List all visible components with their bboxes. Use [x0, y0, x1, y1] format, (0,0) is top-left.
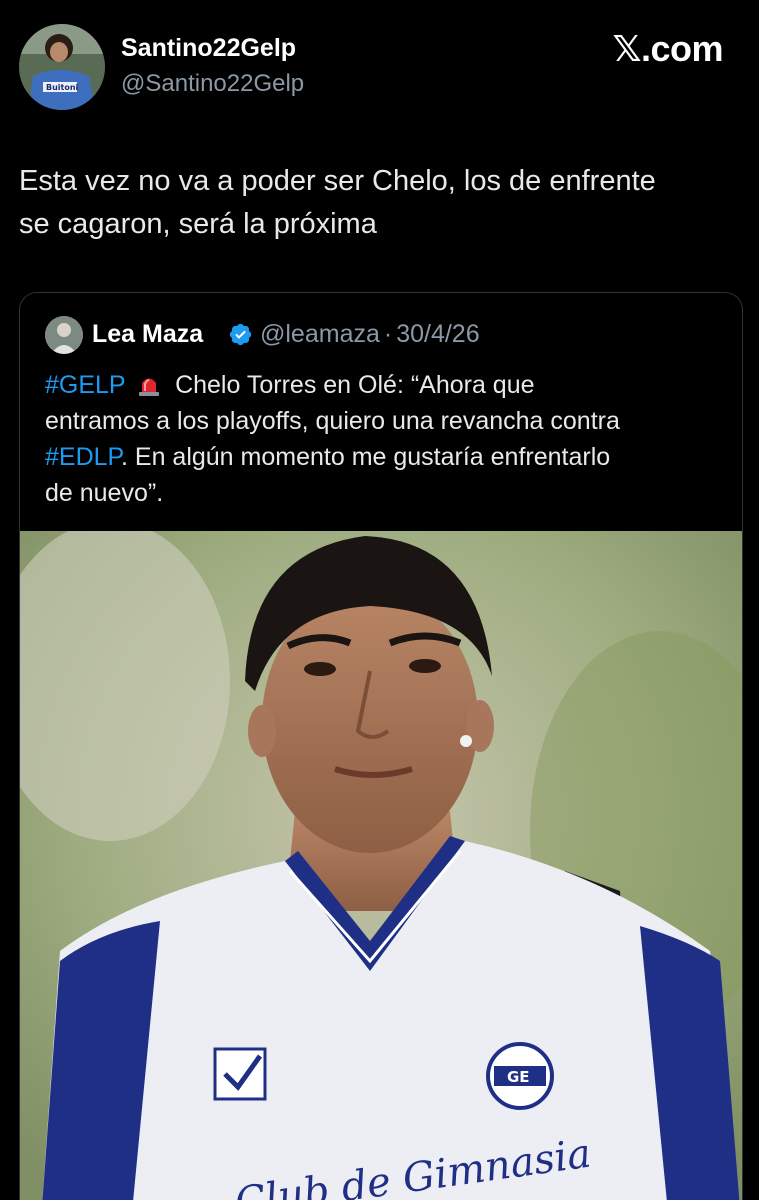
quoted-author-handle[interactable]: @leamaza: [260, 320, 380, 349]
quoted-author-avatar[interactable]: [45, 316, 83, 354]
quoted-text-line: entramos a los playoffs, quiero una reva…: [45, 407, 620, 435]
tweet-text: Esta vez no va a poder ser Chelo, los de…: [19, 160, 739, 246]
quoted-avatar-image: [45, 316, 83, 354]
quoted-text-segment: . En algún momento me gustaría enfrentar…: [121, 443, 611, 471]
author-handle[interactable]: @Santino22Gelp: [121, 70, 304, 98]
x-com-logo: 𝕏.com: [612, 28, 723, 70]
quoted-tweet-date[interactable]: 30/4/26: [396, 320, 479, 349]
siren-emoji-icon: [139, 378, 160, 396]
quoted-author-name[interactable]: Lea Maza: [92, 320, 203, 349]
svg-text:Buitoni: Buitoni: [46, 83, 79, 92]
verified-badge-icon: [229, 323, 252, 346]
attached-photo[interactable]: GE Club de Gimnasia: [20, 531, 742, 1200]
quoted-text-segment: Chelo Torres en Olé: “Ahora que: [175, 371, 535, 399]
quoted-tweet-text: #GELP Chelo Torres en Olé: “Ahora que en…: [45, 367, 725, 511]
crest-text: GE: [507, 1068, 530, 1086]
quoted-text-line: #GELP Chelo Torres en Olé: “Ahora que: [45, 367, 725, 403]
tweet-screenshot: Buitoni Santino22Gelp @Santino22Gelp 𝕏.c…: [0, 0, 759, 1200]
hashtag-gelp-link[interactable]: #GELP: [45, 371, 125, 399]
x-logo-icon: 𝕏: [612, 29, 641, 70]
tweet-text-line: Esta vez no va a poder ser Chelo, los de…: [19, 165, 656, 197]
avatar-image: Buitoni: [19, 24, 105, 110]
brand-suffix: .com: [640, 28, 724, 69]
quoted-tweet-card[interactable]: Lea Maza @leamaza · 30/4/26 #GELP Chelo …: [19, 292, 743, 1200]
tweet-text-line: se cagaron, será la próxima: [19, 208, 377, 240]
player-photo-illustration: GE Club de Gimnasia: [20, 531, 742, 1200]
hashtag-edlp-link[interactable]: #EDLP: [45, 443, 121, 471]
author-avatar[interactable]: Buitoni: [19, 24, 105, 110]
author-name[interactable]: Santino22Gelp: [121, 34, 296, 63]
meta-separator: ·: [383, 320, 393, 348]
quoted-tweet-meta: @leamaza · 30/4/26: [260, 320, 480, 349]
quoted-text-line: de nuevo”.: [45, 479, 164, 507]
quoted-text-line: #EDLP. En algún momento me gustaría enfr…: [45, 439, 725, 475]
